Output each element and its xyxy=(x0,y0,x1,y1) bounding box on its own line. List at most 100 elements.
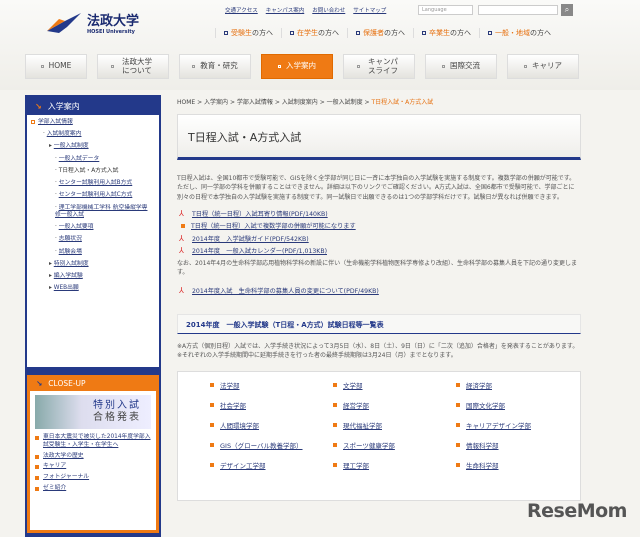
sidebar-item[interactable]: 特別入試制度 xyxy=(54,261,89,267)
closeup-link[interactable]: 東日本大震災で被災した2014年度学部入試受験生・入学生・在学生へ xyxy=(43,434,151,450)
closeup-header: ↘ CLOSE-UP xyxy=(30,375,156,391)
faculty-link[interactable]: スポーツ健康学部 xyxy=(343,440,395,450)
page-title: T日程入試・A方式入試 xyxy=(177,114,581,160)
sidebar-header: ↘ 入学案内 xyxy=(27,97,159,115)
sidebar-item[interactable]: 学部入試情報 xyxy=(38,119,73,125)
faculty-item: デザイン工学部 xyxy=(208,460,331,470)
faculty-item: GIS（グローバル教養学部） xyxy=(208,440,331,450)
closeup-link[interactable]: フォトジャーナル xyxy=(43,474,89,482)
closeup-link[interactable]: キャリア xyxy=(43,463,66,471)
main-nav: HOME 法政大学について 教育・研究 入学案内 キャンパスライフ 国際交流 キ… xyxy=(20,54,579,79)
audience-label: 一般・地域 xyxy=(495,29,530,37)
logo-text: 法政大学 xyxy=(87,14,140,29)
pdf-icon: ⅄ xyxy=(179,233,184,243)
sidebar-item[interactable]: 入試制度案内 xyxy=(47,131,82,137)
nav-education[interactable]: 教育・研究 xyxy=(179,54,251,79)
crumb-link[interactable]: 学部入試情報 xyxy=(237,99,273,106)
sidebar-item-current[interactable]: T日程入試・A方式入試 xyxy=(59,168,119,174)
faculty-item: 経営学部 xyxy=(331,400,454,410)
sidebar-item[interactable]: 一般入試要項 xyxy=(59,224,94,230)
audience-alumni[interactable]: 卒業生の方へ xyxy=(413,28,479,38)
doc-link[interactable]: 2014年度入試 生命科学部の募集人員の変更について(PDF/49KB) xyxy=(192,286,379,295)
faculty-link[interactable]: キャリアデザイン学部 xyxy=(466,420,531,430)
util-link-campus[interactable]: キャンパス案内 xyxy=(266,6,305,14)
faculty-link[interactable]: デザイン工学部 xyxy=(220,460,266,470)
faculty-item: スポーツ健康学部 xyxy=(331,440,454,450)
nav-label: 国際交流 xyxy=(450,61,480,71)
faculty-link[interactable]: 経済学部 xyxy=(466,380,492,390)
faculty-link[interactable]: 情報科学部 xyxy=(466,440,499,450)
audience-student[interactable]: 在学生の方へ xyxy=(281,28,347,38)
search-button[interactable]: ⌕ xyxy=(561,4,573,16)
bullet-icon xyxy=(333,442,337,447)
doc-link[interactable]: 2014年度 入学試験ガイド(PDF/542KB) xyxy=(192,234,309,243)
faculty-item: 生命科学部 xyxy=(454,460,577,470)
pdf-icon: ⅄ xyxy=(179,208,184,218)
doc-link[interactable]: T日程（統一日程）入試耳寄り情報(PDF/140KB) xyxy=(192,209,328,218)
faculty-item: 現代福祉学部 xyxy=(331,420,454,430)
sidebar-item[interactable]: WEB出願 xyxy=(54,285,79,291)
closeup-link[interactable]: ゼミ紹介 xyxy=(43,485,66,493)
audience-parent[interactable]: 保護者の方へ xyxy=(347,28,413,38)
doc-link[interactable]: 2014年度 一般入試カレンダー(PDF/1,013KB) xyxy=(192,246,327,255)
audience-public[interactable]: 一般・地域の方へ xyxy=(479,28,559,38)
util-link-contact[interactable]: お問い合わせ xyxy=(312,6,345,14)
bullet-icon xyxy=(210,402,214,407)
audience-label: 在学生 xyxy=(297,29,318,37)
sidebar-item[interactable]: センター試験利用入試B方式 xyxy=(59,180,133,186)
language-select[interactable]: Language xyxy=(418,5,473,15)
faculty-link[interactable]: 現代福祉学部 xyxy=(343,420,382,430)
bullet-icon xyxy=(456,442,460,447)
crumb-current: T日程入試・A方式入試 xyxy=(371,99,434,106)
faculty-link[interactable]: 国際文化学部 xyxy=(466,400,505,410)
faculty-link[interactable]: 人間環境学部 xyxy=(220,420,259,430)
sidebar-item[interactable]: 一般入試データ xyxy=(59,156,100,162)
sidebar-item[interactable]: 編入学試験 xyxy=(54,273,83,279)
arrow-icon: ↘ xyxy=(36,378,43,388)
nav-career[interactable]: キャリア xyxy=(507,54,579,79)
main-content: HOME > 入学案内 > 学部入試情報 > 入試制度案内 > 一般入試制度 >… xyxy=(177,97,581,501)
util-link-access[interactable]: 交通アクセス xyxy=(225,6,258,14)
faculty-link[interactable]: 経営学部 xyxy=(343,400,369,410)
closeup-link[interactable]: 法政大学の歴史 xyxy=(43,453,84,461)
sidebar-nav: 学部入試情報 · 入試制度案内 ▸ 一般入試制度 · 一般入試データ · T日程… xyxy=(27,115,159,367)
nav-international[interactable]: 国際交流 xyxy=(425,54,497,79)
sidebar-item[interactable]: 一般入試制度 xyxy=(54,143,89,149)
logo[interactable]: 法政大学 HOSEI University xyxy=(45,10,139,35)
audience-suffix: の方へ xyxy=(530,29,551,37)
crumb-link[interactable]: 一般入試制度 xyxy=(327,99,363,106)
special-admission-banner[interactable]: 特別入試 合格発表 xyxy=(35,395,151,429)
doc-link[interactable]: T日程（統一日程）入試で複数学部の併願が可能になります xyxy=(191,221,356,230)
bullet-icon xyxy=(333,462,337,467)
nav-home[interactable]: HOME xyxy=(25,54,87,79)
bullet-icon xyxy=(210,442,214,447)
audience-label: 受験生 xyxy=(231,29,252,37)
util-link-sitemap[interactable]: サイトマップ xyxy=(353,6,386,14)
bullet-icon xyxy=(210,382,214,387)
bullet-icon xyxy=(456,382,460,387)
sidebar-item[interactable]: 志願状況 xyxy=(59,236,82,242)
faculty-link[interactable]: 理工学部 xyxy=(343,460,369,470)
crumb-link[interactable]: HOME xyxy=(177,99,195,106)
audience-examinee[interactable]: 受験生の方へ xyxy=(215,28,281,38)
nav-about[interactable]: 法政大学について xyxy=(97,54,169,79)
crumb-link[interactable]: 入学案内 xyxy=(204,99,228,106)
faculty-link[interactable]: 社会学部 xyxy=(220,400,246,410)
breadcrumb: HOME > 入学案内 > 学部入試情報 > 入試制度案内 > 一般入試制度 >… xyxy=(177,99,434,106)
nav-admissions[interactable]: 入学案内 xyxy=(261,54,333,79)
sidebar-item[interactable]: 理工学部機械工学科 航空操縦学専修一般入試 xyxy=(55,205,147,218)
faculty-link[interactable]: 文学部 xyxy=(343,380,363,390)
search-input[interactable] xyxy=(478,5,558,15)
bullet-icon xyxy=(333,422,337,427)
sidebar-item[interactable]: センター試験利用入試C方式 xyxy=(59,192,133,198)
nav-campus-life[interactable]: キャンパスライフ xyxy=(343,54,415,79)
sidebar-item[interactable]: 試験会場 xyxy=(59,249,82,255)
faculty-link[interactable]: 法学部 xyxy=(220,380,240,390)
faculty-link[interactable]: 生命科学部 xyxy=(466,460,499,470)
section-heading: 2014年度 一般入学試験（T日程・A方式）試験日程等一覧表 xyxy=(177,313,581,334)
faculty-item: 法学部 xyxy=(208,380,331,390)
bullet-icon xyxy=(210,422,214,427)
banner-line: 合格発表 xyxy=(93,412,141,423)
crumb-link[interactable]: 入試制度案内 xyxy=(282,99,318,106)
faculty-link[interactable]: GIS（グローバル教養学部） xyxy=(220,440,303,450)
